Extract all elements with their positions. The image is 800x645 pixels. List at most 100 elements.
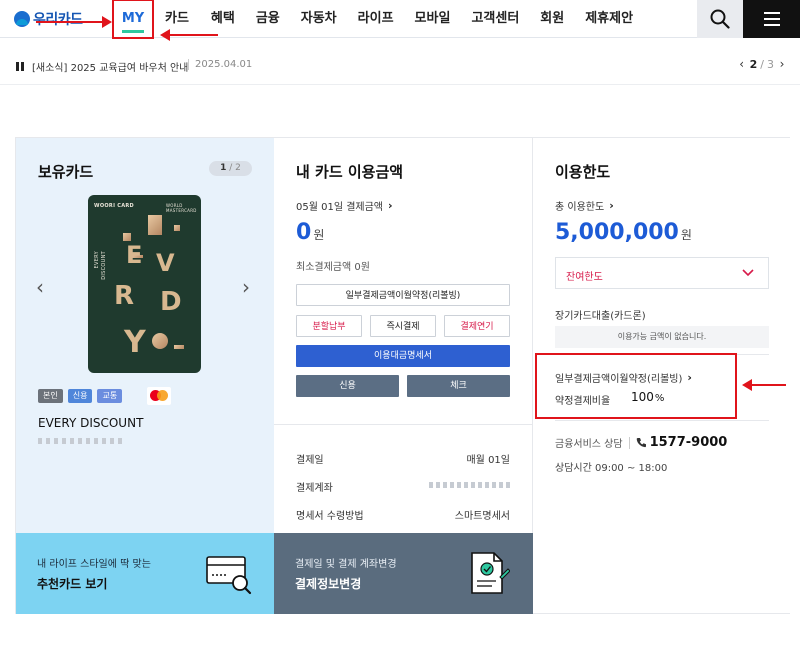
owned-card-title: 보유카드 xyxy=(38,163,94,181)
woori-card-logo[interactable]: 우리카드 xyxy=(14,9,83,29)
account-masked xyxy=(426,480,510,491)
annotation-arrow-line-revolving xyxy=(752,384,786,386)
annotation-arrow-head-revolving xyxy=(742,379,752,391)
postpone-payment-button[interactable]: 결제연기 xyxy=(444,315,510,337)
owned-card-section: 보유카드 1 / 2 ‹ › WOORI CARD WORLD MASTERCA… xyxy=(16,138,274,533)
annotation-highlight-box xyxy=(535,353,737,419)
info-row-payment-day: 결제일 매월 01일 xyxy=(296,451,510,466)
notice-text[interactable]: [새소식] 2025 교육급여 바우처 안내 xyxy=(32,59,188,74)
notice-bar: [새소식] 2025 교육급여 바우처 안내 2025.04.01 ‹ 2 / … xyxy=(0,47,800,85)
logo-text: 우리카드 xyxy=(33,12,83,28)
nav-item-benefit[interactable]: 혜택 xyxy=(211,0,235,38)
card-search-icon xyxy=(206,556,252,595)
pause-icon[interactable] xyxy=(16,62,24,71)
remaining-limit-label: 잔여한도 xyxy=(566,272,603,283)
search-icon xyxy=(710,9,730,29)
support-divider xyxy=(628,436,630,449)
payment-amount: 0원 xyxy=(296,220,324,245)
card-page-total: / 2 xyxy=(229,163,241,173)
pager-total: 3 xyxy=(767,57,774,71)
total-limit-link[interactable]: 총 이용한도 › xyxy=(555,198,614,213)
revolving-button[interactable]: 일부결제금액이월약정(리볼빙) xyxy=(296,284,510,306)
nav-item-mobile[interactable]: 모바일 xyxy=(415,0,451,38)
payment-amount-value: 0 xyxy=(296,220,312,245)
installment-button[interactable]: 분할납부 xyxy=(296,315,362,337)
card-next-arrow-icon[interactable]: › xyxy=(242,275,250,299)
total-limit-unit: 원 xyxy=(680,228,692,242)
nav-item-finance[interactable]: 금융 xyxy=(256,0,280,38)
check-button[interactable]: 체크 xyxy=(407,375,510,397)
total-limit-value: 5,000,000 xyxy=(555,220,679,245)
card-glyph-e: E xyxy=(126,241,143,269)
pager-current: 2 xyxy=(749,57,758,71)
woori-logo-icon xyxy=(14,11,30,27)
card-chips: 본인 신용 교통 xyxy=(38,389,123,403)
promo-subtitle: 결제일 및 결제 계좌변경 xyxy=(295,559,397,570)
card-deco xyxy=(148,215,162,235)
recommend-card-promo[interactable]: 내 라이프 스타일에 딱 맞는 추천카드 보기 xyxy=(16,533,274,614)
info-label: 명세서 수령방법 xyxy=(296,511,364,522)
nav-item-life[interactable]: 라이프 xyxy=(358,0,394,38)
card-name: EVERY DISCOUNT xyxy=(38,416,144,430)
card-face-line2: DISCOUNT xyxy=(101,251,107,280)
limit-title: 이용한도 xyxy=(555,163,611,181)
total-limit-label: 총 이용한도 xyxy=(555,202,605,213)
nav-item-my[interactable]: MY xyxy=(112,0,154,39)
card-image[interactable]: WOORI CARD WORLD MASTERCARD EVERY DISCOU… xyxy=(88,195,201,373)
payment-date-label: 05월 01일 결제금액 xyxy=(296,202,384,213)
statement-button[interactable]: 이용대금명세서 xyxy=(296,345,510,367)
mastercard-icon xyxy=(147,387,171,405)
support-label: 금융서비스 상담 xyxy=(555,439,623,450)
chip-credit: 신용 xyxy=(67,389,93,403)
annotation-arrow-line-left xyxy=(36,21,102,23)
menu-button[interactable] xyxy=(743,0,800,38)
promo-title: 결제정보변경 xyxy=(295,577,362,591)
card-usage-section: 내 카드 이용금액 05월 01일 결제금액 › 0원 최소결제금액 0원 일부… xyxy=(274,138,533,533)
card-page-current: 1 xyxy=(220,163,227,173)
phone-icon xyxy=(636,438,646,448)
support-line: 금융서비스 상담 1577-9000 xyxy=(555,435,727,450)
remaining-limit-dropdown[interactable]: 잔여한도 xyxy=(555,257,769,289)
annotation-arrow-line-right xyxy=(170,34,218,36)
chip-transit: 교통 xyxy=(97,389,123,403)
promo-subtitle: 내 라이프 스타일에 딱 맞는 xyxy=(37,559,151,570)
info-row-account: 결제계좌 xyxy=(296,479,510,494)
card-deco xyxy=(152,333,168,349)
top-header: 우리카드 MY 카드 혜택 금융 자동차 라이프 모바일 고객센터 회원 제휴제… xyxy=(0,0,800,39)
notice-pager: ‹ 2 / 3 › xyxy=(734,57,790,71)
hamburger-icon xyxy=(763,12,780,26)
card-deco xyxy=(174,345,184,349)
min-payment-text: 최소결제금액 0원 xyxy=(296,262,370,273)
total-limit-amount: 5,000,000 원 xyxy=(555,220,692,245)
promo-title: 추천카드 보기 xyxy=(37,577,108,591)
nav-item-car[interactable]: 자동차 xyxy=(301,0,337,38)
card-glyph-y: Y xyxy=(124,325,146,360)
usage-title: 내 카드 이용금액 xyxy=(296,163,404,181)
support-phone[interactable]: 1577-9000 xyxy=(650,435,728,450)
instant-payment-button[interactable]: 즉시결제 xyxy=(370,315,436,337)
info-label: 결제계좌 xyxy=(296,483,333,494)
chevron-right-icon[interactable]: › xyxy=(774,57,790,71)
search-button[interactable] xyxy=(697,0,743,38)
nav-item-partnership[interactable]: 제휴제안 xyxy=(585,0,633,38)
credit-button[interactable]: 신용 xyxy=(296,375,399,397)
notice-date: 2025.04.01 xyxy=(195,59,253,70)
card-glyph-v: V xyxy=(156,249,175,277)
section-divider xyxy=(274,424,532,425)
card-prev-arrow-icon[interactable]: ‹ xyxy=(36,275,44,299)
info-label: 결제일 xyxy=(296,455,324,466)
nav-item-member[interactable]: 회원 xyxy=(540,0,564,38)
card-deco xyxy=(174,225,180,231)
chevron-down-icon xyxy=(742,269,754,277)
section-divider xyxy=(555,420,769,421)
chevron-left-icon[interactable]: ‹ xyxy=(734,57,750,71)
nav-label-my: MY xyxy=(121,11,145,26)
nav-item-customer-center[interactable]: 고객센터 xyxy=(471,0,519,38)
chip-owner: 본인 xyxy=(38,389,63,403)
support-hours: 상담시간 09:00 ~ 18:00 xyxy=(555,463,668,474)
annotation-arrow-head-right xyxy=(160,29,170,41)
payment-info-change-promo[interactable]: 결제일 및 결제 계좌변경 결제정보변경 xyxy=(274,533,533,614)
card-loan-empty-message: 이용가능 금액이 없습니다. xyxy=(555,326,769,348)
info-row-statement-method: 명세서 수령방법 스마트명세서 xyxy=(296,507,510,522)
payment-amount-link[interactable]: 05월 01일 결제금액 › xyxy=(296,198,393,213)
